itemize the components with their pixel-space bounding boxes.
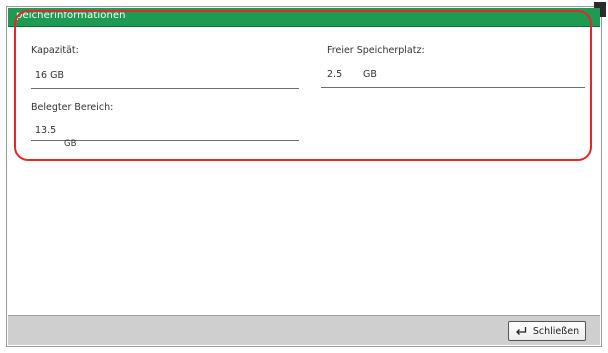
free-label: Freier Speicherplatz:: [327, 45, 425, 56]
free-unit: GB: [363, 69, 377, 80]
capacity-underline: [31, 88, 299, 89]
storage-info-screen: peicherinformationen Kapazität: 16 GB Be…: [6, 2, 606, 347]
capacity-value: 16 GB: [35, 70, 64, 81]
free-value: 2.5: [327, 69, 343, 80]
footer-bar: Schließen: [8, 315, 600, 345]
close-button[interactable]: Schließen: [508, 321, 586, 341]
free-underline: [321, 87, 585, 88]
used-label: Belegter Bereich:: [31, 102, 114, 113]
enter-return-icon: [515, 327, 527, 335]
window-title: peicherinformationen: [16, 10, 126, 21]
capacity-label: Kapazität:: [31, 45, 79, 56]
title-bar: peicherinformationen: [8, 8, 600, 27]
used-value: 13.5: [35, 125, 57, 136]
close-button-label: Schließen: [532, 325, 580, 337]
used-unit: GB: [64, 139, 77, 149]
